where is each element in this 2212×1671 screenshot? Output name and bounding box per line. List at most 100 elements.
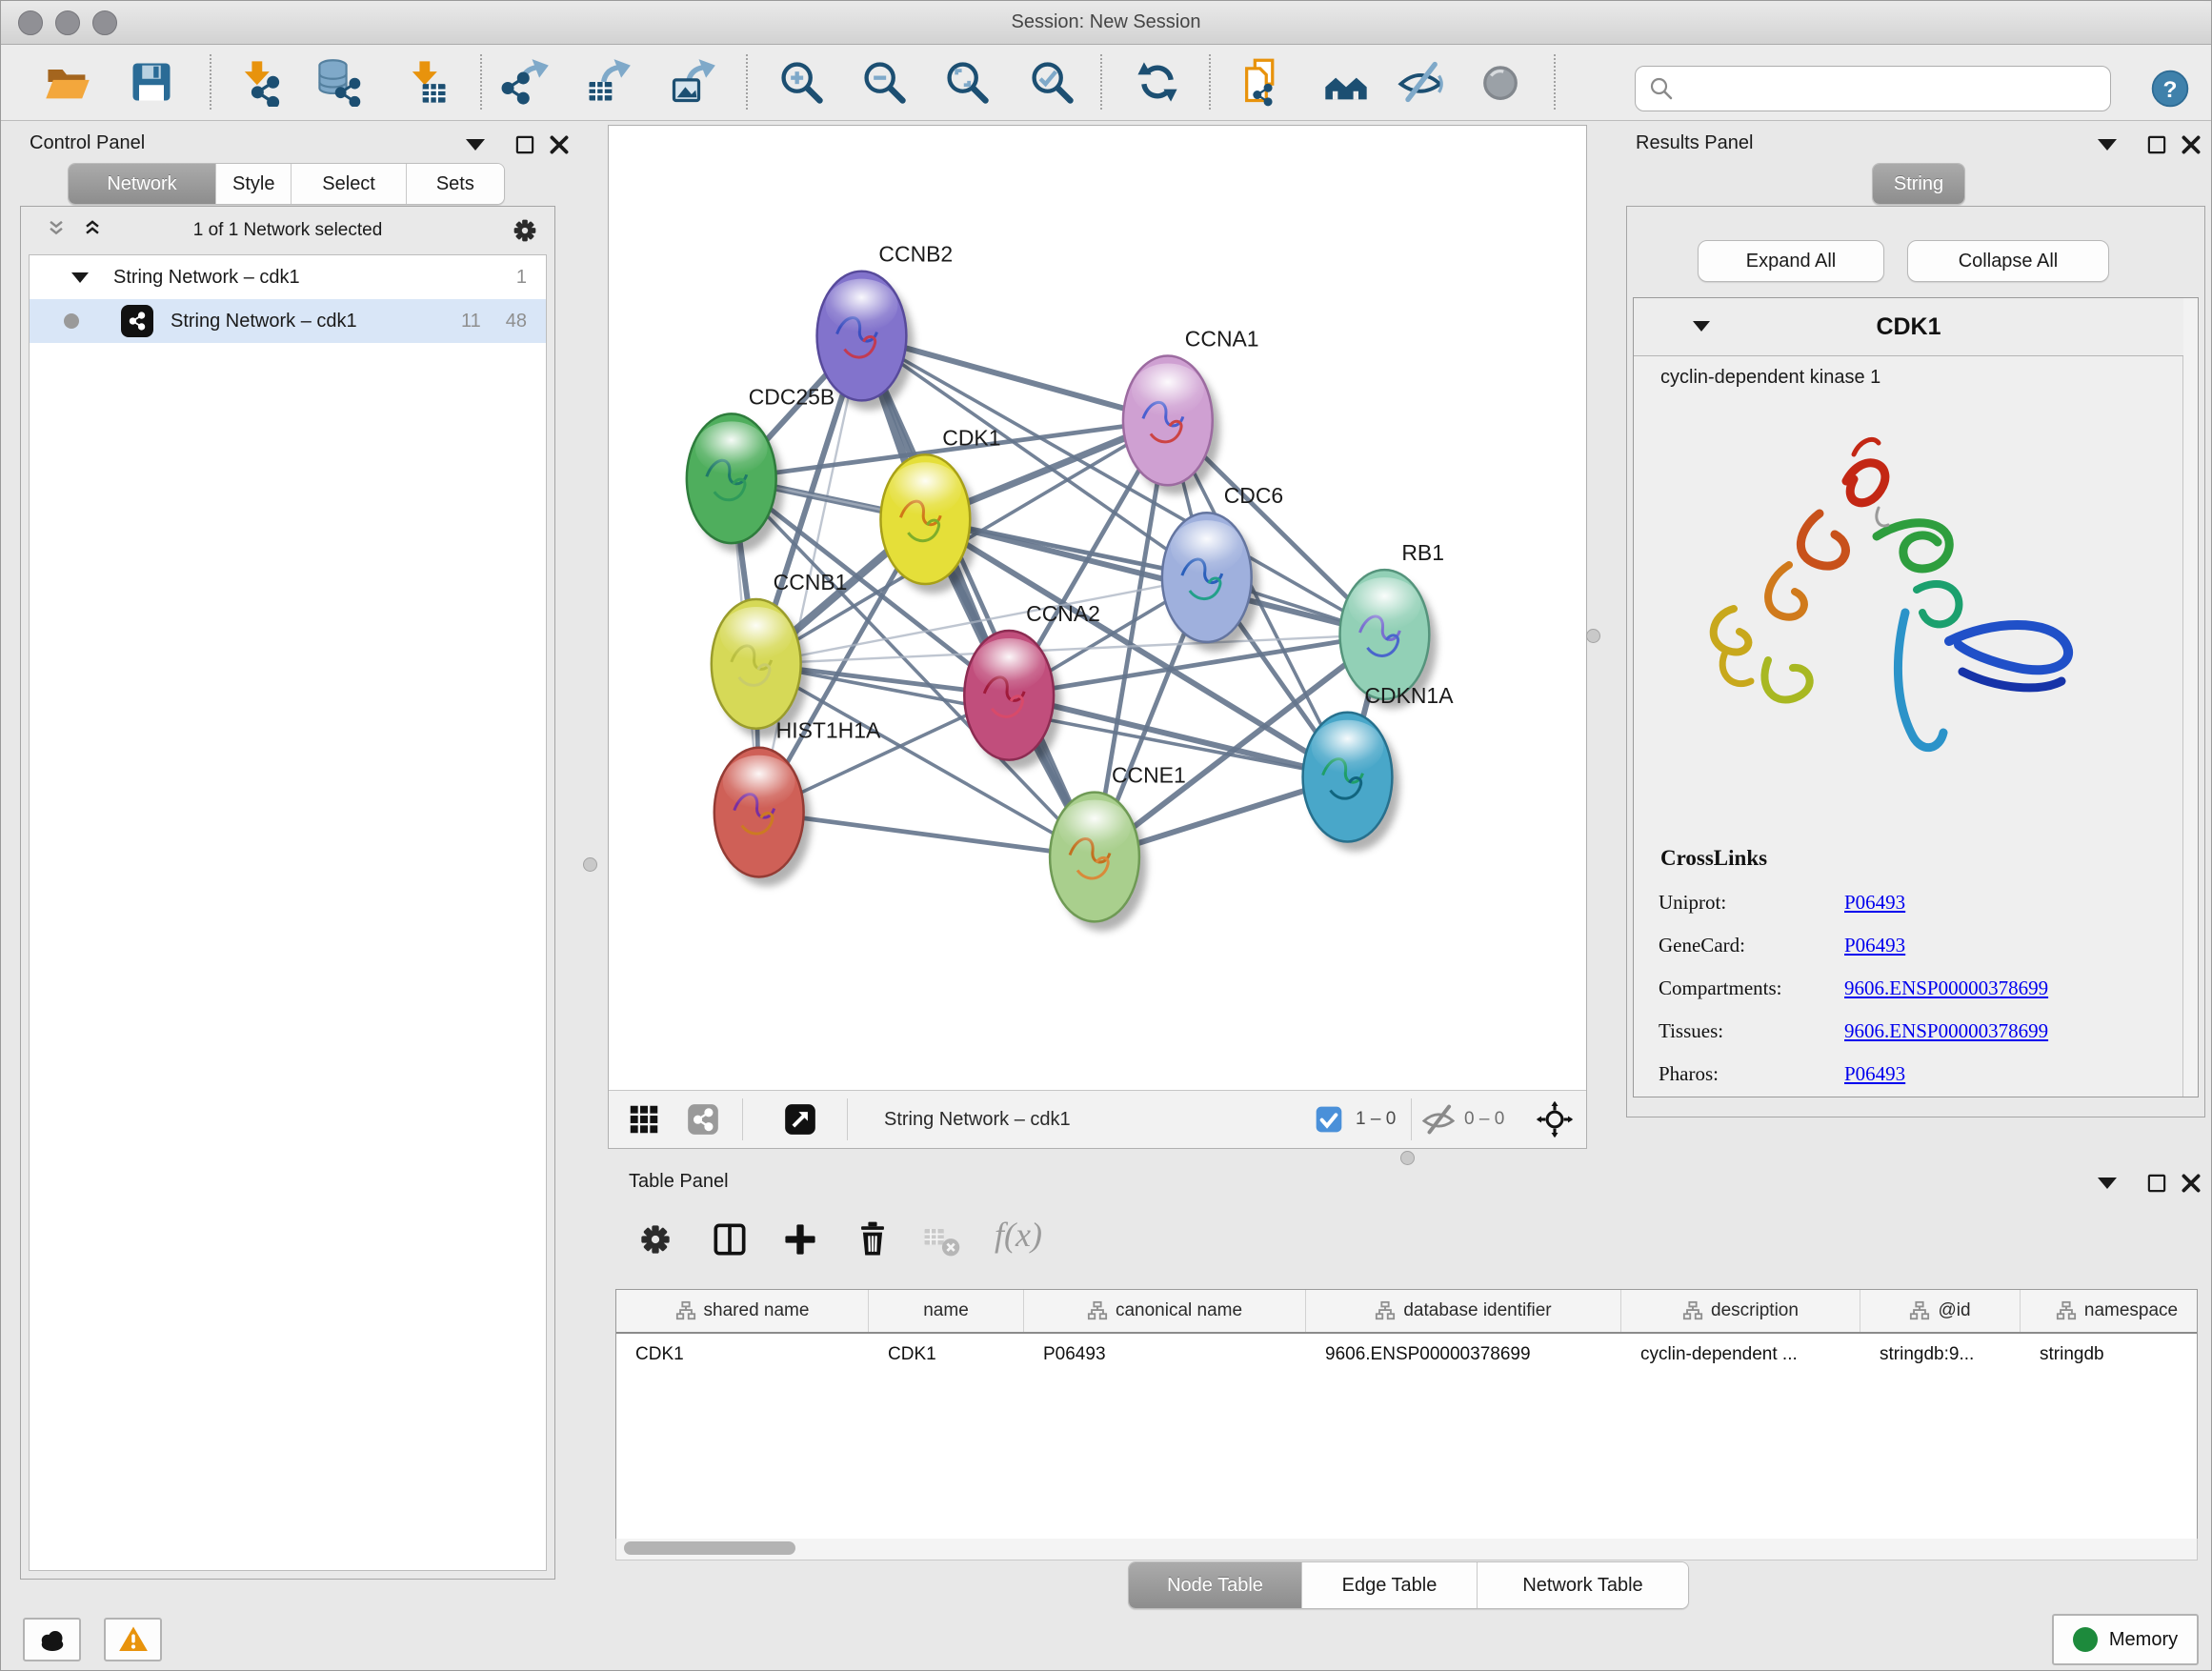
- right-splitter-handle[interactable]: [1586, 629, 1600, 643]
- minimize-window-button[interactable]: [55, 10, 80, 35]
- string-view-icon[interactable]: [685, 1101, 721, 1137]
- apply-layout-button[interactable]: [1133, 57, 1182, 107]
- network-row-selected[interactable]: String Network – cdk1 11 48: [30, 299, 546, 343]
- hidden-count-icon[interactable]: [1420, 1101, 1457, 1137]
- column-header-label: namespace: [2084, 1300, 2178, 1321]
- tab-style[interactable]: Style: [216, 164, 292, 204]
- maximize-panel-icon[interactable]: [2144, 132, 2169, 157]
- open-session-button[interactable]: [43, 57, 92, 107]
- network-node-CCNE1[interactable]: CCNE1: [1050, 763, 1186, 932]
- export-network-button[interactable]: [501, 57, 551, 107]
- delete-column-icon[interactable]: [852, 1218, 894, 1260]
- results-scrollbar[interactable]: [2182, 298, 2198, 1097]
- import-network-database-button[interactable]: [314, 57, 364, 107]
- network-view-panel: CCNB2CCNA1CDC25BCDK1CDC6RB1CCNB1CCNA2CDK…: [608, 125, 1587, 1149]
- network-canvas[interactable]: CCNB2CCNA1CDC25BCDK1CDC6RB1CCNB1CCNA2CDK…: [609, 126, 1586, 1091]
- table-cell[interactable]: CDK1: [869, 1344, 1024, 1365]
- tab-edge-table[interactable]: Edge Table: [1302, 1562, 1478, 1608]
- new-network-from-selection-button[interactable]: [1238, 57, 1288, 107]
- table-cell[interactable]: P06493: [1024, 1344, 1306, 1365]
- close-panel-icon[interactable]: [2179, 132, 2203, 157]
- crosslink-link[interactable]: 9606.ENSP00000378699: [1844, 976, 2048, 1000]
- close-window-button[interactable]: [18, 10, 43, 35]
- show-all-button[interactable]: [1476, 57, 1525, 107]
- shared-column-icon: [1682, 1300, 1703, 1321]
- memory-label: Memory: [2109, 1629, 2178, 1651]
- grid-view-icon[interactable]: [626, 1101, 662, 1137]
- column-header-description[interactable]: description: [1621, 1290, 1860, 1332]
- collection-expand-icon[interactable]: [71, 272, 89, 283]
- crosslink-link[interactable]: P06493: [1844, 891, 1905, 915]
- cloud-status-button[interactable]: [23, 1618, 81, 1661]
- import-table-button[interactable]: [402, 57, 452, 107]
- close-panel-icon[interactable]: [547, 132, 572, 157]
- export-image-button[interactable]: [668, 57, 717, 107]
- create-column-icon[interactable]: [779, 1218, 821, 1260]
- expand-all-button[interactable]: Expand All: [1698, 240, 1884, 282]
- export-table-button[interactable]: [583, 57, 633, 107]
- tab-string[interactable]: String: [1873, 164, 1964, 204]
- warning-status-button[interactable]: [104, 1618, 162, 1661]
- column-header-database-identifier[interactable]: database identifier: [1306, 1290, 1621, 1332]
- column-header-namespace[interactable]: namespace: [2021, 1290, 2198, 1332]
- protein-card-header[interactable]: CDK1: [1634, 298, 2183, 356]
- network-view-toolbar: String Network – cdk1 1 – 0 0 – 0: [609, 1090, 1586, 1148]
- float-panel-icon[interactable]: [2098, 1171, 2122, 1196]
- control-panel: Control Panel Network Style Select Sets …: [9, 125, 565, 1582]
- tab-select[interactable]: Select: [292, 164, 406, 204]
- zoom-out-button[interactable]: [859, 57, 909, 107]
- network-options-gear-icon[interactable]: [509, 214, 541, 247]
- memory-button[interactable]: Memory: [2052, 1614, 2199, 1665]
- zoom-fit-button[interactable]: [942, 57, 992, 107]
- left-splitter-handle[interactable]: [583, 857, 597, 872]
- network-node-label: CDK1: [942, 425, 1000, 450]
- selected-count-checkbox[interactable]: [1314, 1104, 1344, 1135]
- table-cell[interactable]: stringdb:9...: [1860, 1344, 2021, 1365]
- import-network-file-button[interactable]: [234, 57, 284, 107]
- hide-selected-button[interactable]: [1396, 57, 1445, 107]
- close-panel-icon[interactable]: [2179, 1171, 2203, 1196]
- zoom-in-button[interactable]: [776, 57, 826, 107]
- tab-network[interactable]: Network: [69, 164, 216, 204]
- column-header-shared-name[interactable]: shared name: [616, 1290, 869, 1332]
- table-cell[interactable]: 9606.ENSP00000378699: [1306, 1344, 1621, 1365]
- title-bar: Session: New Session: [1, 1, 2211, 45]
- help-button[interactable]: ?: [2150, 69, 2190, 109]
- column-header--id[interactable]: @id: [1860, 1290, 2021, 1332]
- first-neighbors-button[interactable]: [1321, 57, 1371, 107]
- bottom-splitter-handle[interactable]: [1400, 1151, 1415, 1165]
- crosslinks-heading: CrossLinks: [1660, 846, 1767, 871]
- network-collection-row[interactable]: String Network – cdk1 1: [30, 255, 546, 299]
- column-header-canonical-name[interactable]: canonical name: [1024, 1290, 1306, 1332]
- collapse-section-icon[interactable]: [1693, 321, 1710, 332]
- table-cell[interactable]: CDK1: [616, 1344, 869, 1365]
- table-cell[interactable]: stringdb: [2021, 1344, 2198, 1365]
- network-edge[interactable]: [861, 336, 1095, 857]
- collapse-all-button[interactable]: Collapse All: [1907, 240, 2109, 282]
- crosslink-link[interactable]: P06493: [1844, 934, 1905, 957]
- float-panel-icon[interactable]: [466, 132, 491, 157]
- crosslink-link[interactable]: 9606.ENSP00000378699: [1844, 1019, 2048, 1043]
- show-columns-icon[interactable]: [709, 1218, 751, 1260]
- fit-selected-icon[interactable]: [1535, 1099, 1575, 1139]
- float-panel-icon[interactable]: [2098, 132, 2122, 157]
- crosslink-link[interactable]: P06493: [1844, 1062, 1905, 1086]
- table-cell[interactable]: cyclin-dependent ...: [1621, 1344, 1860, 1365]
- table-hscrollbar[interactable]: [615, 1539, 2198, 1560]
- search-input[interactable]: [1683, 77, 2110, 100]
- network-node-CCNA1[interactable]: CCNA1: [1123, 327, 1259, 495]
- save-session-button[interactable]: [127, 57, 176, 107]
- zoom-selected-button[interactable]: [1027, 57, 1076, 107]
- table-row[interactable]: CDK1CDK1P064939606.ENSP00000378699cyclin…: [616, 1334, 2197, 1376]
- table-options-gear-icon[interactable]: [634, 1218, 676, 1260]
- birds-eye-view-icon[interactable]: [782, 1101, 818, 1137]
- tab-network-table[interactable]: Network Table: [1478, 1562, 1688, 1608]
- maximize-panel-icon[interactable]: [513, 132, 537, 157]
- table-hscrollbar-thumb[interactable]: [624, 1541, 795, 1555]
- tab-node-table[interactable]: Node Table: [1129, 1562, 1302, 1608]
- tab-sets[interactable]: Sets: [407, 164, 504, 204]
- maximize-panel-icon[interactable]: [2144, 1171, 2169, 1196]
- network-node-CDKN1A[interactable]: CDKN1A: [1303, 683, 1455, 852]
- column-header-name[interactable]: name: [869, 1290, 1024, 1332]
- zoom-window-button[interactable]: [92, 10, 117, 35]
